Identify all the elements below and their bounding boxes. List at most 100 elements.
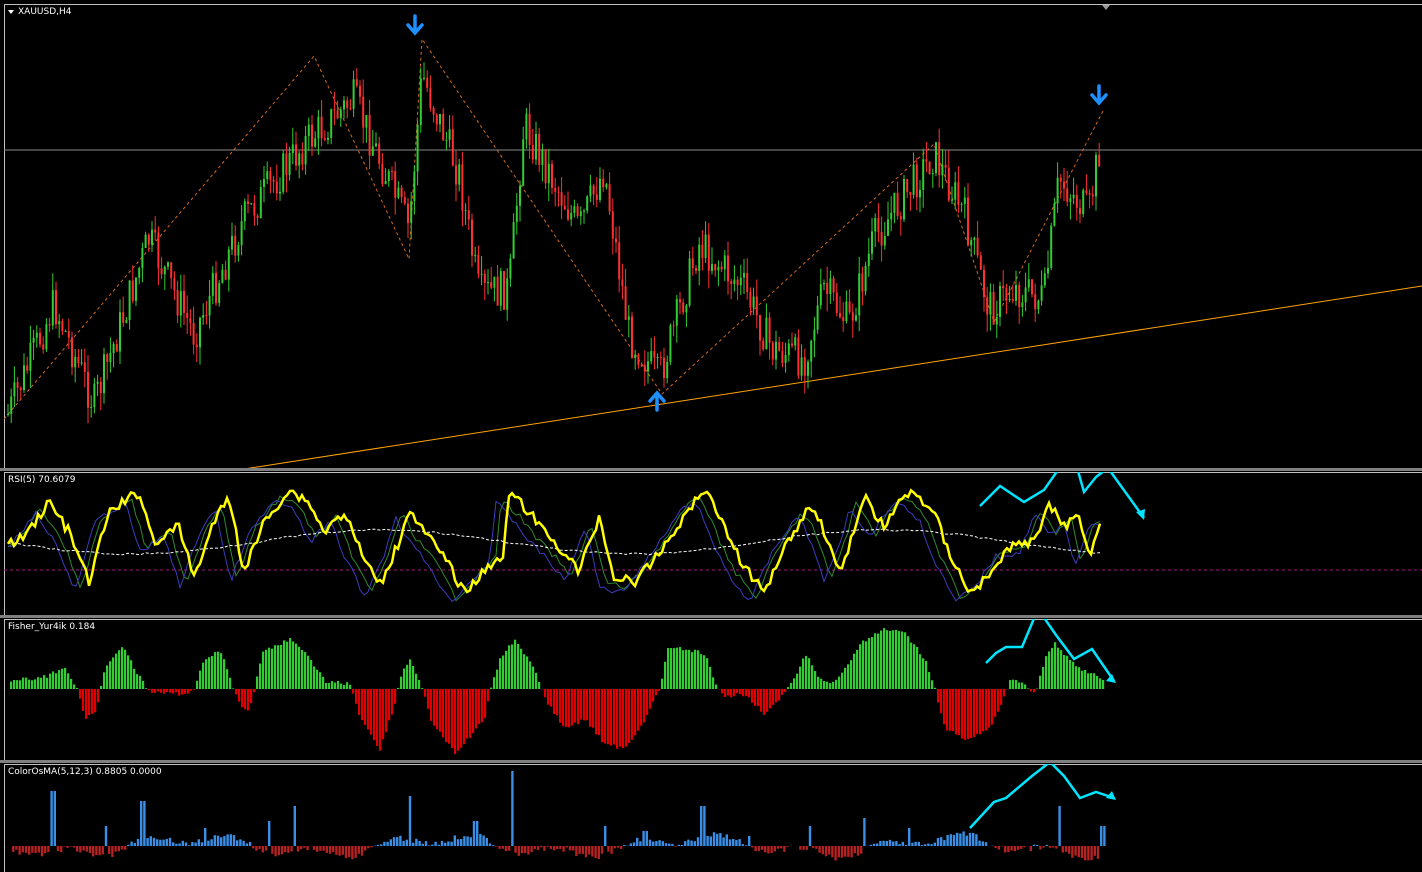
osma-pane[interactable]: ColorOsMA(5,12,3) 0.8805 0.0000 <box>4 764 1422 872</box>
fisher-bar-up <box>301 650 304 689</box>
osma-bar-down <box>562 846 565 852</box>
fisher-bar-up <box>1045 656 1048 689</box>
candle-body <box>394 171 397 198</box>
osma-bar-down <box>319 846 322 851</box>
osma-bar-up <box>943 840 946 846</box>
osma-bar-up <box>184 842 188 846</box>
candle-body <box>461 164 464 211</box>
candle-body <box>186 312 189 318</box>
fisher-bar-down <box>754 689 757 706</box>
candle-body <box>106 354 109 363</box>
fisher-bar-down <box>988 689 991 728</box>
candle-body <box>381 163 384 185</box>
fisher-bar-down <box>937 689 940 703</box>
osma-bar-up <box>165 838 168 846</box>
osma-bar-up <box>716 833 719 846</box>
fisher-bar-up <box>220 653 223 689</box>
osma-bar-down <box>556 846 559 850</box>
osma-bar-up <box>178 843 181 846</box>
candle-body <box>205 315 208 317</box>
osma-bar-up <box>405 839 408 846</box>
price-chart <box>4 5 1422 468</box>
candle-body <box>240 221 243 246</box>
candle-body <box>851 312 854 321</box>
candle-body <box>995 316 998 325</box>
osma-bar-down <box>95 846 98 855</box>
osma-bar-down <box>524 846 527 854</box>
price-chart-pane[interactable]: XAUUSD,H4 <box>4 4 1422 468</box>
osma-bar-down <box>856 846 860 856</box>
fisher-bar-down <box>784 689 787 692</box>
fisher-bar-down <box>160 689 163 693</box>
fisher-bar-up <box>400 676 403 689</box>
fisher-bar-up <box>256 676 259 689</box>
osma-bar-down <box>300 846 303 850</box>
fisher-bar-up <box>1075 666 1078 689</box>
fisher-bar-down <box>616 689 619 749</box>
candle-body <box>899 216 902 220</box>
candle-body <box>103 354 105 394</box>
osma-bar-down <box>824 846 828 857</box>
fisher-bar-up <box>325 682 328 689</box>
sell-arrow-icon-shape <box>1090 84 1108 106</box>
fisher-bar-down <box>565 689 568 727</box>
osma-bar-down <box>508 846 511 851</box>
candle-body <box>999 285 1001 317</box>
osma-bar-up <box>898 844 901 846</box>
candle-body <box>685 305 688 313</box>
fisher-bar-up <box>58 670 61 689</box>
osma-bar-up <box>194 842 197 846</box>
osma-bar-up <box>744 845 748 846</box>
candle-body <box>896 192 899 217</box>
fisher-bar-up <box>1042 666 1045 689</box>
dropdown-triangle-icon[interactable] <box>8 9 14 14</box>
osma-bar-up <box>104 826 108 846</box>
candle-body <box>890 212 893 220</box>
pane-separator[interactable] <box>0 760 1422 763</box>
candle-body <box>163 266 166 275</box>
rsi-pane[interactable]: RSI(5) 70.6079 <box>4 472 1422 616</box>
osma-bar-down <box>799 846 802 850</box>
fisher-bar-up <box>538 681 541 689</box>
fisher-bar-up <box>1093 673 1096 689</box>
fisher-bar-down <box>994 689 997 717</box>
osma-bar-down <box>280 846 284 855</box>
candle-body <box>211 272 214 296</box>
osma-bar-up <box>389 839 392 846</box>
candle-body <box>279 191 281 194</box>
osma-bar-down <box>527 846 530 855</box>
fisher-bar-up <box>904 632 907 689</box>
candle-body <box>829 278 832 295</box>
fisher-bar-up <box>328 683 331 689</box>
candle-body <box>992 292 995 325</box>
osma-bar-up <box>428 845 431 846</box>
pane-separator[interactable] <box>0 468 1422 471</box>
candle-body <box>227 249 230 280</box>
candle-body <box>128 280 131 321</box>
candle-body <box>1021 302 1024 308</box>
candle-body <box>451 129 454 166</box>
osma-bar-down <box>994 846 997 848</box>
osma-bar-up <box>655 841 658 846</box>
candle-body <box>1053 203 1056 226</box>
fisher-bar-up <box>310 660 313 689</box>
fisher-bar-up <box>313 666 316 689</box>
buy-arrow-icon <box>648 390 666 412</box>
candle-body <box>16 382 19 388</box>
fisher-pane[interactable]: Fisher_Yur4ik 0.184 <box>4 619 1422 761</box>
osma-bar-up <box>1103 826 1106 846</box>
fisher-bar-down <box>154 689 157 693</box>
candle-body <box>1095 154 1097 197</box>
osma-bar-down <box>303 846 306 848</box>
osma-bar-down <box>616 846 620 848</box>
candle-body <box>583 210 585 212</box>
fisher-bar-up <box>679 647 682 689</box>
candle-body <box>173 278 176 291</box>
candle-body <box>339 109 342 119</box>
fisher-bar-down <box>430 689 433 721</box>
fisher-bar-up <box>133 668 136 689</box>
osma-bar-up <box>687 839 690 846</box>
candle-body <box>976 237 979 256</box>
fisher-bar-down <box>958 689 961 736</box>
pane-separator[interactable] <box>0 615 1422 618</box>
